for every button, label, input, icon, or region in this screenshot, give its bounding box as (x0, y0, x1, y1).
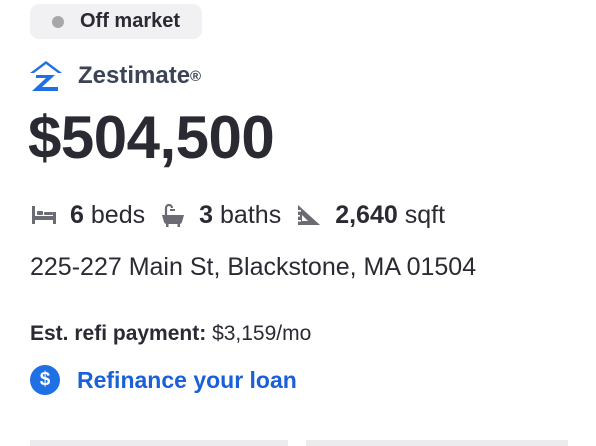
ruler-triangle-icon (298, 205, 321, 225)
refi-payment-label: Est. refi payment: (30, 322, 207, 345)
property-address: 225-227 Main St, Blackstone, MA 01504 (30, 253, 477, 281)
baths-fact: 3 baths (159, 201, 281, 230)
status-dot (52, 15, 64, 28)
sqft-unit: sqft (404, 200, 446, 229)
refi-payment: Est. refi payment: $3,159/mo (30, 322, 311, 346)
bottom-card-edge-left (30, 440, 288, 446)
zillow-logo-icon (30, 61, 62, 91)
baths-count: 3 (199, 200, 214, 229)
bathtub-icon (162, 203, 185, 227)
sqft-fact: 2,640 sqft (295, 201, 445, 230)
beds-unit: beds (90, 200, 146, 229)
refinance-link[interactable]: $ Refinance your loan (30, 364, 297, 396)
sqft-value: 2,640 (335, 200, 398, 229)
beds-count: 6 (70, 200, 84, 229)
refinance-link-label[interactable]: Refinance your loan (77, 367, 297, 394)
zestimate-value: $504,500 (28, 104, 275, 171)
zestimate-header: Zestimate ® (28, 58, 201, 94)
status-label: Off market (80, 10, 181, 32)
home-facts: 6 beds 3 baths 2,640 sqft (30, 198, 459, 232)
dollar-circle-icon: $ (30, 365, 60, 395)
bottom-card-edge-right (306, 440, 568, 446)
status-badge: Off market (30, 4, 203, 39)
listing-summary: Off market Zestimate ® $504,500 6 beds 3… (0, 0, 596, 446)
zestimate-label: Zestimate (78, 62, 191, 89)
refi-payment-value: $3,159/mo (212, 322, 312, 345)
bed-icon (32, 206, 56, 224)
zestimate-registered-mark: ® (190, 67, 202, 85)
baths-unit: baths (220, 200, 282, 229)
beds-fact: 6 beds (30, 201, 145, 230)
